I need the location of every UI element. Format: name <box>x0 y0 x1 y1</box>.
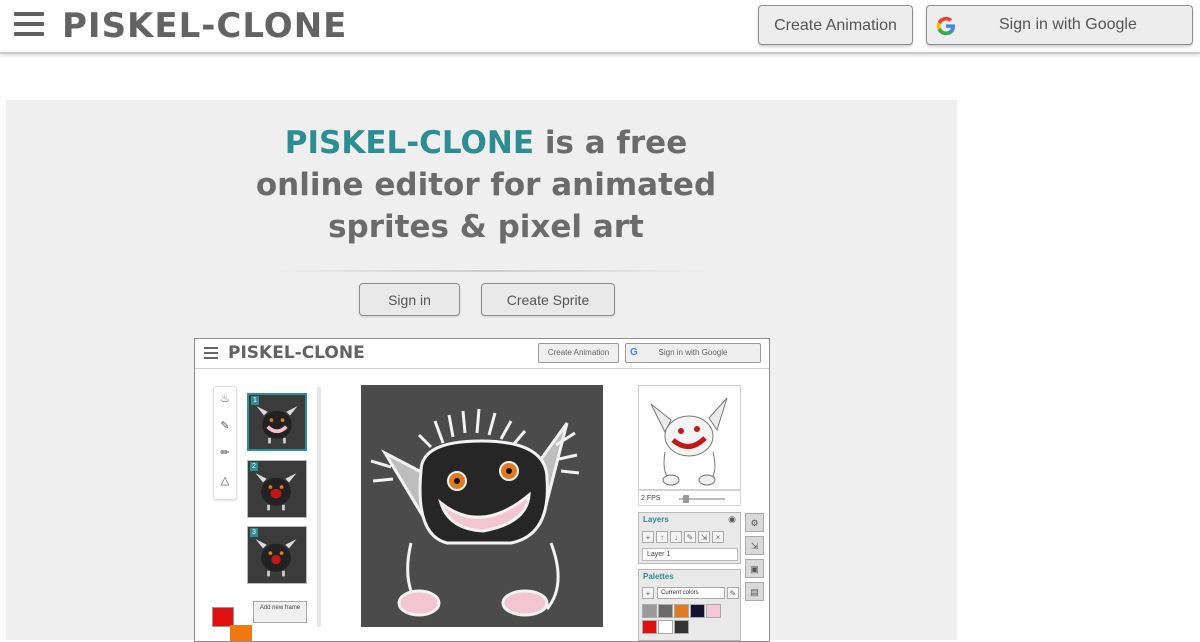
primary-color-swatch <box>212 607 234 627</box>
layer-row: Layer 1 <box>642 548 738 561</box>
palettes-panel: Palettes + Current colors ✎ <box>638 569 741 641</box>
eye-icon: ◉ <box>728 514 736 524</box>
site-logo[interactable]: PISKEL-CLONE <box>62 4 347 48</box>
divider <box>266 270 711 272</box>
fps-control: 2 FPS <box>638 490 741 506</box>
delete-layer-icon: × <box>712 531 724 543</box>
headline-line2: online editor for animated <box>255 167 717 203</box>
frame-thumbnail: 3 <box>247 526 307 584</box>
layers-panel: Layers ◉ + ↑ ↓ ✎ ⇲ × Layer 1 <box>638 512 741 564</box>
preview-google-button: G Sign in with Google <box>625 343 761 363</box>
palettes-title: Palettes <box>643 572 674 581</box>
add-layer-icon: + <box>642 531 654 543</box>
frame-thumbnail: 1 <box>247 393 307 451</box>
color-swatch <box>642 620 657 634</box>
headline-brand: PISKEL-CLONE <box>284 125 535 161</box>
hero-section: PISKEL-CLONE is a free online editor for… <box>6 100 957 642</box>
edit-layer-icon: ✎ <box>684 531 696 543</box>
headline-line3: sprites & pixel art <box>328 209 644 245</box>
color-swatch <box>690 604 705 618</box>
sign-in-with-google-button[interactable]: Sign in with Google <box>926 5 1193 45</box>
move-up-icon: ↑ <box>656 531 668 543</box>
headline-line1: is a free <box>534 125 688 161</box>
export-icon: ▤ <box>745 582 764 601</box>
create-animation-button[interactable]: Create Animation <box>758 5 913 45</box>
preview-menu-icon <box>204 347 218 362</box>
frame-number: 3 <box>250 528 258 537</box>
merge-icon: ⇲ <box>698 531 710 543</box>
fps-slider-knob <box>683 495 689 503</box>
color-swatch <box>642 604 657 618</box>
settings-icon: ⚙ <box>745 513 764 532</box>
color-swatch <box>658 604 673 618</box>
pencil-icon: ✏ <box>220 447 230 459</box>
animation-preview <box>638 385 741 490</box>
create-sprite-button[interactable]: Create Sprite <box>481 283 615 316</box>
paint-bucket-icon: ♨ <box>220 393 230 405</box>
color-swatch <box>674 620 689 634</box>
frames-scrollbar <box>317 387 321 627</box>
editor-preview-image: PISKEL-CLONE Create Animation G Sign in … <box>194 338 770 642</box>
google-icon <box>936 16 955 36</box>
preview-create-animation-button: Create Animation <box>538 343 619 363</box>
pen-icon: ✎ <box>220 420 230 432</box>
animation-preview-sprite <box>650 397 728 486</box>
preview-logo: PISKEL-CLONE <box>228 343 365 363</box>
preview-drawing-canvas <box>361 385 603 627</box>
preview-google-label: Sign in with Google <box>658 348 728 357</box>
sign-in-button[interactable]: Sign in <box>359 283 460 316</box>
preview-google-icon: G <box>630 347 638 358</box>
menu-icon[interactable] <box>14 12 44 36</box>
edit-palette-icon: ✎ <box>727 587 739 599</box>
monster-sprite-artwork <box>370 408 580 617</box>
frame-number: 1 <box>251 396 259 405</box>
sign-in-with-google-label: Sign in with Google <box>999 16 1137 33</box>
color-swatch <box>658 620 673 634</box>
eraser-icon: △ <box>220 475 230 487</box>
move-down-icon: ↓ <box>670 531 682 543</box>
frame-thumbnail: 2 <box>247 460 307 518</box>
color-swatch <box>706 604 721 618</box>
preview-navbar: PISKEL-CLONE Create Animation G Sign in … <box>195 339 769 369</box>
save-icon: ▣ <box>745 559 764 578</box>
resize-icon: ⇲ <box>745 536 764 555</box>
preview-side-toolbar: ⚙ ⇲ ▣ ▤ <box>745 513 765 601</box>
add-palette-icon: + <box>642 587 654 599</box>
top-navbar: PISKEL-CLONE Create Animation Sign in wi… <box>0 0 1200 54</box>
palette-select: Current colors <box>657 587 725 599</box>
hero-headline: PISKEL-CLONE is a free online editor for… <box>6 122 966 248</box>
secondary-color-swatch <box>230 625 252 641</box>
add-new-frame-button: Add new frame <box>253 601 307 623</box>
frame-number: 2 <box>250 462 258 471</box>
preview-tool-palette: ♨ ✎ ✏ △ <box>213 386 237 500</box>
fps-label: 2 FPS <box>641 495 661 502</box>
color-swatch <box>674 604 689 618</box>
layers-title: Layers <box>643 515 669 524</box>
